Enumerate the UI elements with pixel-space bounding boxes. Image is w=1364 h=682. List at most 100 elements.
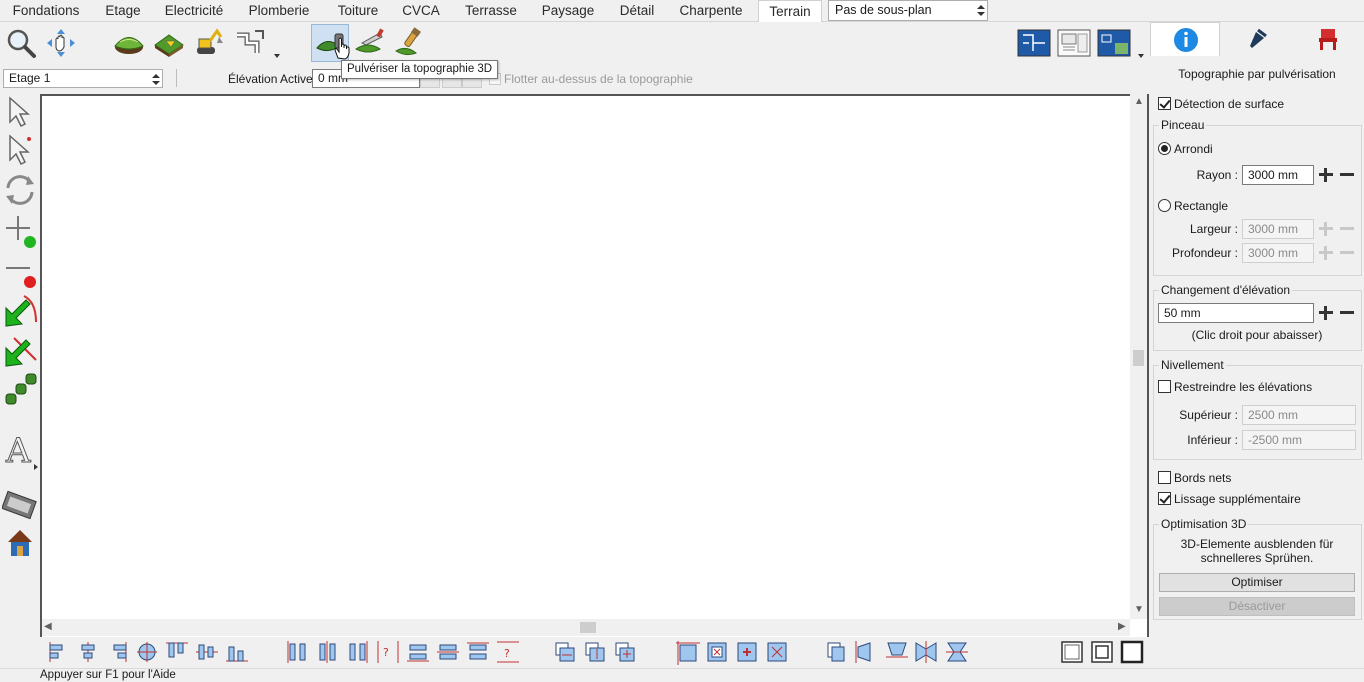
surface-detection-checkbox[interactable] (1158, 97, 1171, 110)
scroll-right-icon[interactable]: ▶ (1118, 621, 1126, 632)
extra-smoothing-label: Lissage supplémentaire (1174, 492, 1301, 506)
radius-input[interactable]: 3000 mm (1242, 165, 1314, 185)
break-line-alt-button[interactable] (2, 332, 38, 368)
tab-charpente[interactable]: Charpente (670, 0, 752, 22)
floor-select[interactable]: Etage 1 (3, 69, 163, 88)
paintbrush-icon (395, 27, 421, 56)
add-point-button[interactable] (2, 212, 38, 248)
sharp-edges-checkbox[interactable] (1158, 471, 1171, 484)
depth-plus-button[interactable] (1316, 243, 1336, 263)
restrict-elevations-checkbox[interactable] (1158, 380, 1171, 393)
tab-detail[interactable]: Détail (612, 0, 662, 22)
plan-view-button[interactable] (1014, 24, 1052, 62)
path-tool-button[interactable] (230, 24, 268, 62)
smooth-terrain-button[interactable] (351, 24, 389, 62)
select-group-button[interactable] (2, 132, 38, 168)
elevation-change-input[interactable]: 50 mm (1158, 303, 1314, 323)
scroll-down-icon[interactable]: ▼ (1134, 604, 1144, 615)
tab-terrasse[interactable]: Terrasse (456, 0, 526, 22)
vertical-scroll-thumb[interactable] (1133, 350, 1144, 366)
terrain-tool-button[interactable] (110, 24, 148, 62)
tab-cvca[interactable]: CVCA (396, 0, 446, 22)
floor-select-value: Etage 1 (9, 71, 51, 85)
crosshair-green-dot-icon (6, 216, 36, 248)
tab-plomberie[interactable]: Plomberie (238, 0, 320, 22)
depth-minus-button[interactable] (1337, 243, 1357, 263)
left-tool-column: A (0, 92, 40, 668)
rectangle-radio[interactable] (1158, 199, 1171, 212)
layout-view-button[interactable] (1054, 24, 1092, 62)
text-tool-button[interactable]: A (2, 430, 38, 472)
tab-toiture[interactable]: Toiture (330, 0, 386, 22)
vertical-scrollbar[interactable]: ▲ ▼ (1130, 94, 1147, 619)
floor-plan-blue-icon (1017, 29, 1051, 57)
frame-double-icon (1091, 641, 1113, 663)
width-minus-button[interactable] (1337, 219, 1357, 239)
horizontal-scroll-thumb[interactable] (580, 622, 596, 633)
tab-pen[interactable] (1222, 22, 1292, 56)
round-radio[interactable] (1158, 142, 1171, 155)
camera-tool-button[interactable] (1, 486, 38, 522)
separator (176, 69, 177, 87)
optimization-title: Optimisation 3D (1159, 517, 1249, 531)
delete-point-button[interactable] (2, 252, 38, 288)
distribute-v3-icon (467, 642, 489, 660)
excavator-tool-button[interactable] (190, 24, 228, 62)
select-tool-button[interactable] (2, 94, 38, 130)
chain-tool-button[interactable] (2, 372, 38, 408)
horizontal-scrollbar[interactable]: ◀ ▶ (42, 619, 1130, 636)
tooltip: Pulvériser la topographie 3D (341, 60, 499, 79)
optimization-message-line-1: 3D-Elemente ausblenden für (1180, 537, 1334, 551)
tab-etage[interactable]: Etage (94, 0, 152, 22)
tab-furniture[interactable] (1293, 22, 1363, 56)
3d-view-button[interactable] (2, 524, 38, 560)
width-plus-button[interactable] (1316, 219, 1336, 239)
main-toolbar (0, 22, 1148, 66)
pan-tool-button[interactable] (42, 24, 80, 62)
space-v-icon: ? (497, 641, 519, 663)
active-elevation-label: Élévation Active: (228, 72, 317, 86)
break-line-button[interactable] (2, 292, 38, 328)
film-clapper-icon (1, 490, 37, 520)
tab-terrain[interactable]: Terrain (758, 0, 822, 23)
terrain-flat-icon (154, 34, 184, 57)
frame-thick-icon (1120, 640, 1144, 664)
svg-text:?: ? (504, 647, 510, 660)
elevation-change-minus-button[interactable] (1337, 303, 1357, 323)
tab-info[interactable] (1150, 22, 1220, 56)
radius-plus-button[interactable] (1316, 165, 1336, 185)
align-right-icon (113, 642, 127, 662)
drawing-canvas[interactable] (40, 94, 1148, 637)
rotate-view-button[interactable] (2, 172, 38, 208)
extra-smoothing-checkbox[interactable] (1158, 492, 1171, 505)
tab-paysage[interactable]: Paysage (534, 0, 602, 22)
lower-input[interactable]: -2500 mm (1242, 430, 1356, 450)
width-input[interactable]: 3000 mm (1242, 219, 1314, 239)
view-dropdown-arrow-icon[interactable] (1138, 54, 1144, 58)
resize-corner-icon (707, 642, 727, 662)
terrain-modify-button[interactable] (150, 24, 188, 62)
elevation-change-title: Changement d'élévation (1159, 283, 1293, 297)
tab-fondations[interactable]: Fondations (4, 0, 88, 22)
upper-input[interactable]: 2500 mm (1242, 405, 1356, 425)
scroll-up-icon[interactable]: ▲ (1134, 96, 1144, 107)
align-left-icon (49, 642, 63, 662)
canvas-border (1147, 94, 1149, 637)
scroll-left-icon[interactable]: ◀ (44, 621, 52, 632)
elevation-change-plus-button[interactable] (1316, 303, 1336, 323)
depth-input[interactable]: 3000 mm (1242, 243, 1314, 263)
paint-terrain-button[interactable] (391, 24, 429, 62)
tab-electricite[interactable]: Electricité (158, 0, 230, 22)
svg-text:A: A (5, 431, 31, 466)
distribute-h-icon (287, 641, 306, 663)
zoom-tool-button[interactable] (2, 24, 40, 62)
subplan-select[interactable]: Pas de sous-plan (828, 0, 988, 21)
radius-minus-button[interactable] (1337, 165, 1357, 185)
dropdown-arrow-icon[interactable] (274, 54, 280, 58)
elevation-view-button[interactable] (1094, 24, 1132, 62)
disable-button[interactable]: Désactiver (1159, 597, 1355, 616)
ribbon-tab-bar: Fondations Etage Electricité Plomberie T… (0, 0, 1364, 23)
align-middle-icon (196, 644, 218, 660)
spin-arrows-icon (976, 2, 986, 19)
optimize-button[interactable]: Optimiser (1159, 573, 1355, 592)
